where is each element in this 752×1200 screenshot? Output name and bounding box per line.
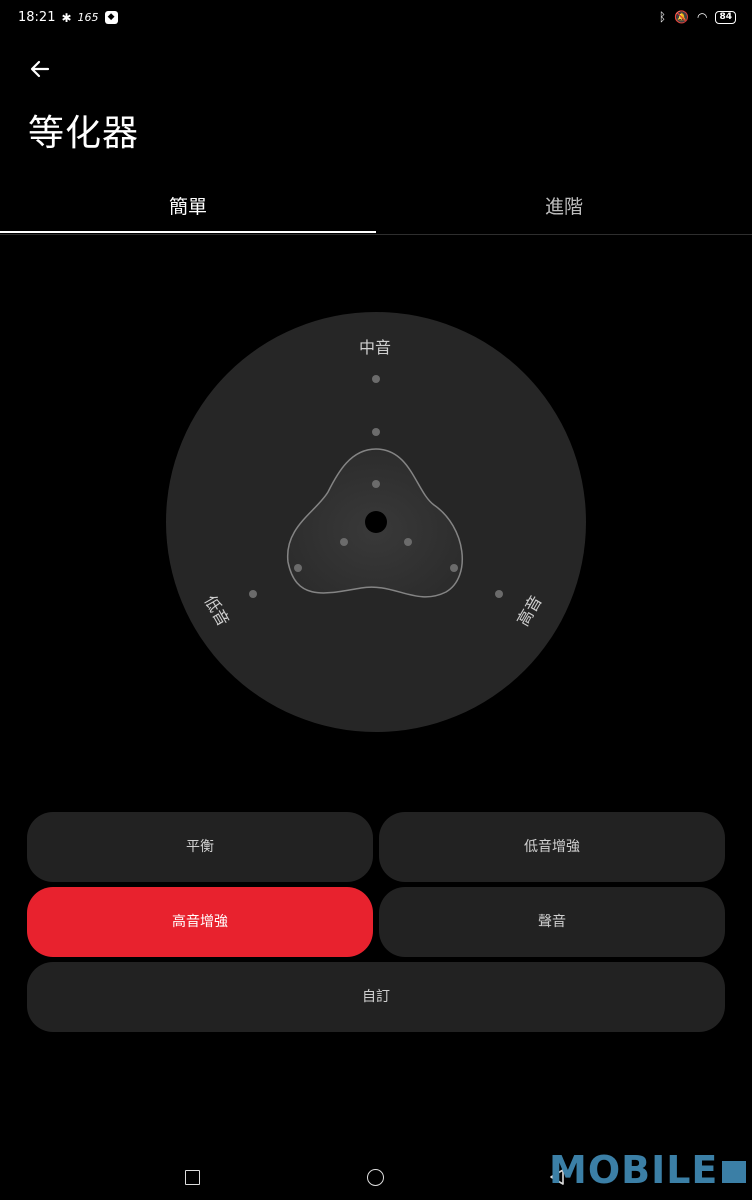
back-button[interactable] [28, 56, 54, 82]
equalizer-graphic[interactable] [166, 312, 586, 732]
watermark-text: MOBILE [549, 1148, 719, 1192]
tab-advanced[interactable]: 進階 [376, 180, 752, 234]
status-left: 18:21 ✱ 165 ◆ [18, 10, 118, 25]
preset-balanced-button[interactable]: 平衡 [27, 812, 373, 882]
label-mid: 中音 [359, 338, 392, 357]
bluetooth-icon: ᛒ [658, 10, 667, 24]
preset-bass-boost-button[interactable]: 低音增強 [379, 812, 725, 882]
wifi-icon: ◠ [696, 10, 708, 24]
treble-dot-inner [404, 538, 412, 546]
treble-dot-outer [495, 590, 503, 598]
status-right: ᛒ 🔕 ◠ 84 [659, 10, 736, 24]
treble-dot-middle [450, 564, 458, 572]
mid-dot-inner [372, 480, 380, 488]
watermark-logo: MOBILE [549, 1148, 747, 1192]
refresh-rate: 165 [77, 11, 99, 24]
recent-apps-icon[interactable] [185, 1170, 200, 1185]
status-time: 18:21 [18, 10, 56, 25]
watermark-speech-icon [722, 1161, 747, 1183]
mid-dot-middle [372, 428, 380, 436]
preset-custom-button[interactable]: 自訂 [27, 962, 725, 1032]
battery-icon: 84 [715, 10, 736, 24]
tab-simple[interactable]: 簡單 [0, 180, 376, 234]
page-title: 等化器 [28, 113, 140, 154]
status-bar: 18:21 ✱ 165 ◆ ᛒ 🔕 ◠ 84 [0, 0, 752, 38]
fan-icon: ✱ [61, 10, 72, 25]
center-knob [365, 511, 387, 533]
mute-icon: 🔕 [674, 10, 689, 24]
bass-dot-middle [294, 564, 302, 572]
preset-vocal-button[interactable]: 聲音 [379, 887, 725, 957]
app-badge-icon: ◆ [104, 11, 118, 24]
home-icon[interactable] [367, 1169, 384, 1186]
tab-bar: 簡單 進階 [0, 180, 752, 235]
bass-dot-inner [340, 538, 348, 546]
tab-indicator [0, 231, 376, 233]
preset-treble-boost-button[interactable]: 高音增強 [27, 887, 373, 957]
mid-dot-outer [372, 375, 380, 383]
arrow-left-icon [30, 60, 50, 78]
bass-dot-outer [249, 590, 257, 598]
